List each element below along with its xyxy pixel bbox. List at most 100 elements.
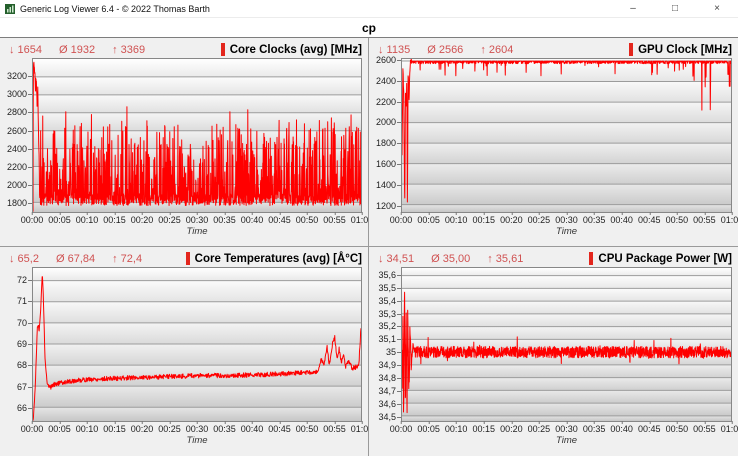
titlebar[interactable]: Generic Log Viewer 6.4 - © 2022 Thomas B… [0,0,738,18]
y-tick-label: 2800 [7,107,27,117]
stats-row: ↓ 1135 Ø 2566 ↑ 2604 GPU Clock [MHz] [369,38,738,58]
x-tick-label: 00:35 [583,424,606,434]
x-tick-label: 00:00 [21,215,44,225]
x-tick-label: 00:15 [103,215,126,225]
stat-min: ↓ 1654 [9,44,42,56]
y-tick-label: 2600 [376,55,396,65]
x-tick-label: 00:20 [500,424,523,434]
x-tick-label: 00:05 [417,215,440,225]
x-tick-label: 00:30 [555,424,578,434]
y-tick-label: 2600 [7,126,27,136]
y-tick-label: 34,9 [378,360,396,370]
x-tick-label: 00:20 [131,215,154,225]
minimize-button[interactable]: – [612,0,654,17]
x-tick-label: 00:25 [158,215,181,225]
chart-panel-cpu-package-power: ↓ 34,51 Ø 35,00 ↑ 35,61 CPU Package Powe… [369,247,738,456]
window-controls: – □ × [612,0,738,17]
close-button[interactable]: × [696,0,738,17]
x-tick-label: 00:50 [666,215,689,225]
x-tick-label: 00:00 [390,215,413,225]
x-tick-label: 00:15 [103,424,126,434]
maximize-button[interactable]: □ [654,0,696,17]
chart-plot[interactable] [32,267,362,422]
y-tick-label: 2200 [376,97,396,107]
chart-plot[interactable] [401,267,732,422]
chart-canvas [402,59,731,212]
x-tick-label: 00:40 [610,215,633,225]
stat-max: ↑ 3369 [112,44,145,56]
chart-area: 35,635,535,435,335,235,13534,934,834,734… [369,267,738,422]
x-axis-labels: 00:0000:0500:1000:1500:2000:2500:3000:35… [32,214,362,226]
y-tick-label: 67 [17,382,27,392]
chart-plot[interactable] [32,58,362,213]
stat-avg: Ø 67,84 [56,253,95,265]
x-tick-label: 01:00 [721,424,738,434]
y-tick-label: 2000 [7,180,27,190]
x-tick-label: 00:05 [48,215,71,225]
y-tick-label: 1800 [376,138,396,148]
x-tick-label: 00:00 [390,424,413,434]
x-tick-label: 00:55 [323,424,346,434]
y-tick-label: 69 [17,339,27,349]
x-tick-label: 00:55 [693,424,716,434]
chart-legend: Core Clocks (avg) [MHz] [221,43,362,56]
stat-min: ↓ 34,51 [378,253,414,265]
chart-area: 72717069686766 [0,267,368,422]
x-axis-title: Time [401,435,732,448]
x-tick-label: 00:50 [666,424,689,434]
x-tick-label: 00:25 [158,424,181,434]
y-tick-label: 3000 [7,89,27,99]
chart-area: 32003000280026002400220020001800 [0,58,368,213]
y-tick-label: 35 [386,347,396,357]
chart-panel-core-temperatures: ↓ 65,2 Ø 67,84 ↑ 72,4 Core Temperatures … [0,247,369,456]
x-tick-label: 00:20 [131,424,154,434]
stat-avg: Ø 2566 [427,44,463,56]
chart-canvas [33,268,361,421]
x-axis-labels: 00:0000:0500:1000:1500:2000:2500:3000:35… [401,214,732,226]
y-axis-labels: 35,635,535,435,335,235,13534,934,834,734… [369,267,401,422]
y-axis-labels: 26002400220020001800160014001200 [369,58,401,213]
y-tick-label: 66 [17,403,27,413]
chart-plot[interactable] [401,58,732,213]
stat-min: ↓ 1135 [378,44,410,56]
x-tick-label: 01:00 [351,215,369,225]
x-tick-label: 00:55 [693,215,716,225]
x-tick-label: 00:20 [500,215,523,225]
stats-row: ↓ 34,51 Ø 35,00 ↑ 35,61 CPU Package Powe… [369,247,738,267]
charts-grid: ↓ 1654 Ø 1932 ↑ 3369 Core Clocks (avg) [… [0,37,738,456]
x-tick-label: 00:15 [472,424,495,434]
window-title: Generic Log Viewer 6.4 - © 2022 Thomas B… [20,4,210,14]
y-tick-label: 68 [17,360,27,370]
y-tick-label: 34,6 [378,399,396,409]
x-tick-label: 00:25 [528,215,551,225]
stats-row: ↓ 65,2 Ø 67,84 ↑ 72,4 Core Temperatures … [0,247,368,267]
x-tick-label: 00:50 [296,215,319,225]
x-tick-label: 00:40 [241,424,264,434]
x-tick-label: 00:35 [213,215,236,225]
chart-canvas [33,59,361,212]
x-tick-label: 00:35 [213,424,236,434]
x-tick-label: 00:55 [323,215,346,225]
y-tick-label: 35,4 [378,296,396,306]
y-tick-label: 72 [17,275,27,285]
y-tick-label: 2400 [376,76,396,86]
dataset-header: cp [0,18,738,37]
app-icon [5,4,15,14]
y-tick-label: 2400 [7,144,27,154]
legend-label: CPU Package Power [W] [598,253,732,265]
y-tick-label: 35,1 [378,334,396,344]
y-tick-label: 1200 [376,201,396,211]
y-tick-label: 70 [17,318,27,328]
dataset-title: cp [362,21,376,35]
stat-max: ↑ 72,4 [112,253,142,265]
stat-max: ↑ 35,61 [487,253,523,265]
stats-row: ↓ 1654 Ø 1932 ↑ 3369 Core Clocks (avg) [… [0,38,368,58]
x-tick-label: 00:45 [268,215,291,225]
y-axis-labels: 72717069686766 [0,267,32,422]
y-tick-label: 3200 [7,71,27,81]
chart-area: 26002400220020001800160014001200 [369,58,738,213]
x-tick-label: 00:10 [76,215,99,225]
stat-avg: Ø 1932 [59,44,95,56]
y-tick-label: 1800 [7,198,27,208]
x-tick-label: 00:10 [445,215,468,225]
